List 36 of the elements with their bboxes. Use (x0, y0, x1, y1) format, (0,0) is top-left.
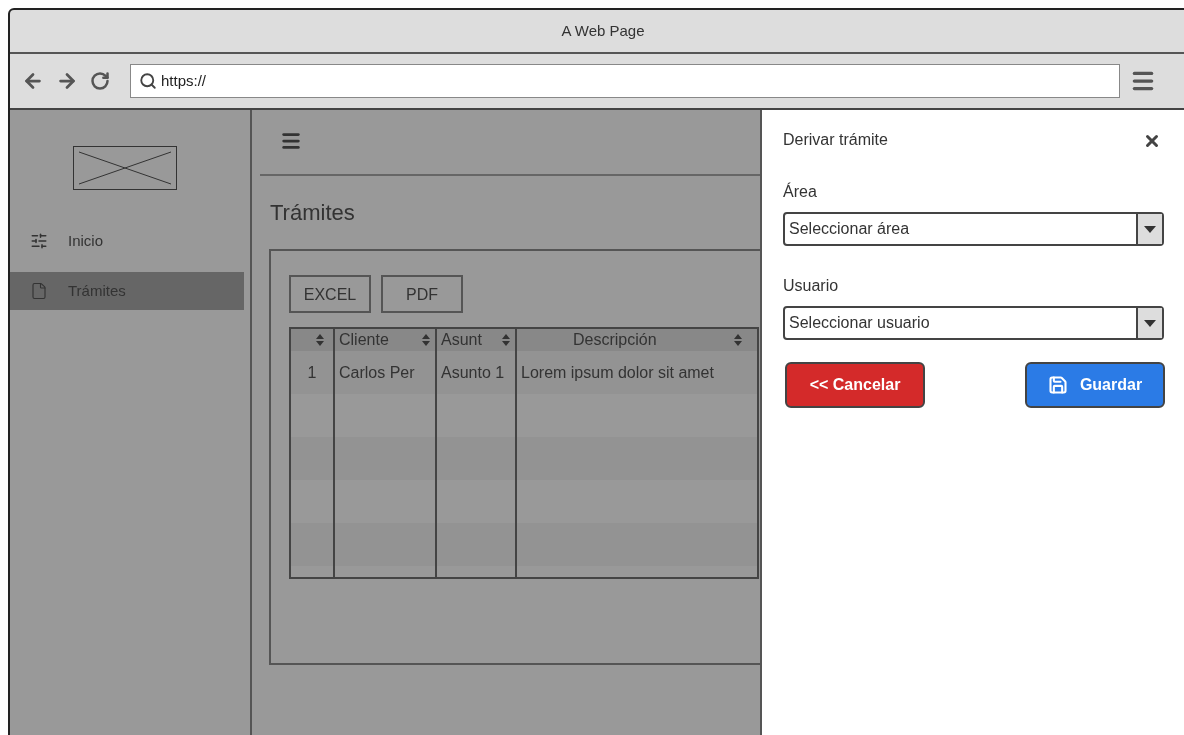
save-icon (1047, 375, 1068, 395)
sort-icon[interactable] (501, 333, 511, 347)
table-cell-text: Asunto 1 (441, 363, 505, 383)
window-title: A Web Page (561, 20, 645, 41)
search-icon (139, 72, 157, 90)
table-cell-text: Lorem ipsum dolor sit amet (521, 363, 714, 383)
url-text: https:// (161, 70, 207, 91)
sliders-icon (30, 232, 48, 250)
column-header[interactable]: Cliente (339, 328, 389, 352)
reload-icon[interactable] (90, 71, 110, 91)
sort-icon[interactable] (733, 333, 743, 347)
drawer-title: Derivar trámite (783, 130, 888, 150)
column-header[interactable]: Descripción (573, 328, 657, 352)
page-title: Trámites (270, 199, 355, 227)
sort-icon[interactable] (421, 333, 431, 347)
sidebar-item[interactable]: Inicio (10, 222, 244, 260)
close-icon[interactable] (1143, 132, 1161, 150)
table-cell-text: 1 (307, 363, 317, 383)
file-icon (30, 282, 48, 300)
forward-icon[interactable] (56, 70, 78, 92)
export-button[interactable]: PDF (381, 275, 463, 313)
field-label: Área (783, 181, 817, 202)
column-header[interactable]: Asunt (441, 328, 482, 352)
select-field[interactable]: Seleccionar área (783, 212, 1164, 246)
cancel-button[interactable]: << Cancelar (785, 362, 925, 408)
field-label: Usuario (783, 276, 839, 296)
address-field[interactable]: https:// (130, 64, 1120, 98)
dropdown-arrow-icon (1144, 225, 1156, 233)
dropdown-arrow-icon (1144, 319, 1156, 327)
sort-icon[interactable] (315, 333, 325, 347)
select-field[interactable]: Seleccionar usuario (783, 306, 1164, 340)
back-icon[interactable] (22, 70, 44, 92)
save-button[interactable]: Guardar (1025, 362, 1165, 408)
menu-icon[interactable] (280, 130, 302, 152)
table-cell-text: Carlos Per (339, 363, 415, 383)
export-button[interactable]: EXCEL (289, 275, 371, 313)
